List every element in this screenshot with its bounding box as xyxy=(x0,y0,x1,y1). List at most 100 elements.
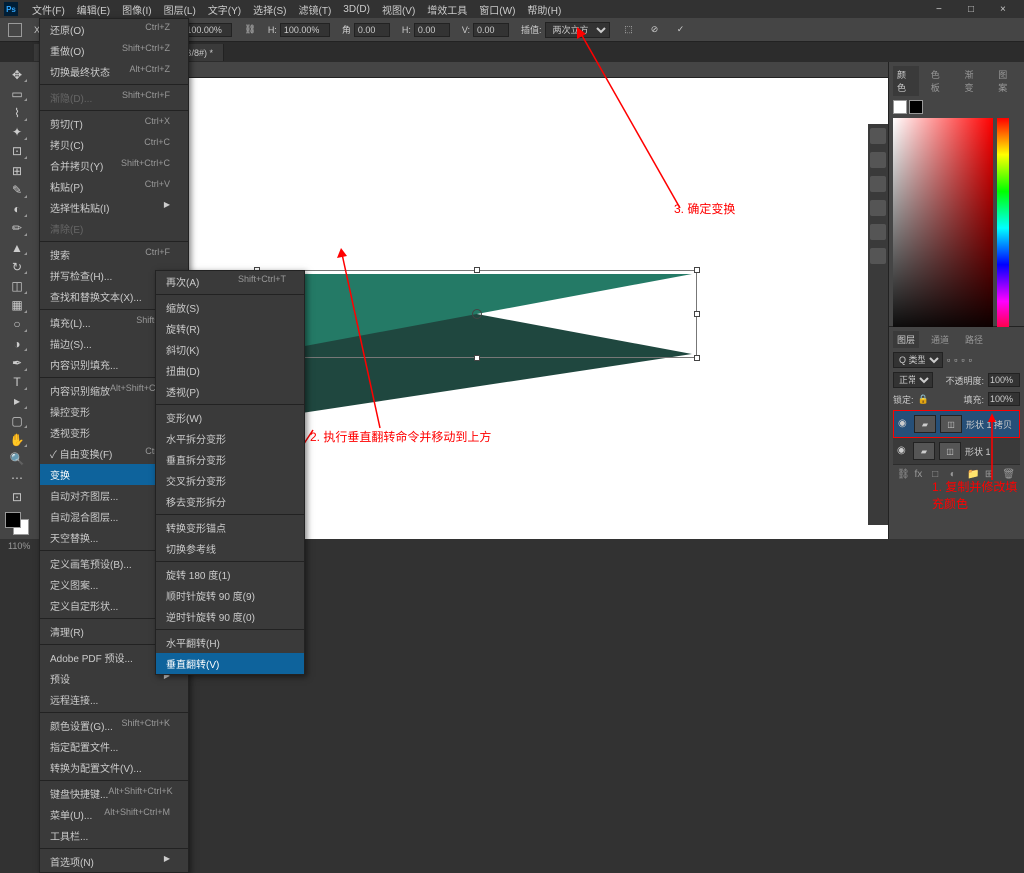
menu-item[interactable]: 合并拷贝(Y)Shift+Ctrl+C xyxy=(40,155,188,176)
tab-channels[interactable]: 通道 xyxy=(927,331,953,348)
handle-bottom-right[interactable] xyxy=(694,355,700,361)
layer-thumb[interactable]: ▰ xyxy=(913,442,935,460)
reference-point-icon[interactable] xyxy=(8,23,22,37)
menu-item[interactable]: 缩放(S) xyxy=(156,297,304,318)
visibility-icon[interactable]: ◉ xyxy=(898,418,910,430)
menu-item[interactable]: 搜索Ctrl+F xyxy=(40,244,188,265)
menu-item[interactable]: 首选项(N)▶ xyxy=(40,851,188,872)
menu-item[interactable]: 还原(O)Ctrl+Z xyxy=(40,19,188,40)
menu-item[interactable]: 菜单(U)...Alt+Shift+Ctrl+M xyxy=(40,804,188,825)
menu-item[interactable]: 移去变形拆分 xyxy=(156,491,304,512)
layer-mask-thumb[interactable]: ◫ xyxy=(939,442,961,460)
handle-top-center[interactable] xyxy=(474,267,480,273)
brush-tool[interactable]: ✏ xyxy=(6,220,28,237)
menu-3d[interactable]: 3D(D) xyxy=(337,2,376,17)
menu-item[interactable]: 渐隐(D)...Shift+Ctrl+F xyxy=(40,87,188,108)
menu-item[interactable]: 颜色设置(G)...Shift+Ctrl+K xyxy=(40,715,188,736)
heal-tool[interactable]: ◐ xyxy=(6,201,28,218)
dodge-tool[interactable]: ◑ xyxy=(6,335,28,352)
link-icon[interactable]: ⛓ xyxy=(244,24,255,35)
h-input[interactable] xyxy=(280,23,330,37)
tab-color[interactable]: 颜色 xyxy=(893,66,919,96)
menu-item[interactable]: 扭曲(D) xyxy=(156,360,304,381)
zoom-tool[interactable]: 🔍 xyxy=(6,450,28,467)
tab-paths[interactable]: 路径 xyxy=(961,331,987,348)
menu-item[interactable]: 指定配置文件... xyxy=(40,736,188,757)
filter-icon-1[interactable]: ▫ xyxy=(947,355,950,365)
menu-item[interactable]: 粘贴(P)Ctrl+V xyxy=(40,176,188,197)
menu-help[interactable]: 帮助(H) xyxy=(521,0,567,19)
link-layers-icon[interactable]: ⛓ xyxy=(897,469,911,483)
hskew-input[interactable] xyxy=(414,23,450,37)
menu-item[interactable]: 透视(P) xyxy=(156,381,304,402)
crop-tool[interactable]: ⊡ xyxy=(6,143,28,160)
handle-top-right[interactable] xyxy=(694,267,700,273)
filter-icon-2[interactable]: ▫ xyxy=(954,355,957,365)
history-brush-tool[interactable]: ↻ xyxy=(6,258,28,275)
menu-select[interactable]: 选择(S) xyxy=(247,0,292,19)
menu-item[interactable]: 斜切(K) xyxy=(156,339,304,360)
menu-item[interactable]: 键盘快捷键...Alt+Shift+Ctrl+K xyxy=(40,783,188,804)
hue-slider[interactable] xyxy=(997,118,1009,338)
tab-gradients[interactable]: 渐变 xyxy=(961,66,987,96)
dock-icon-6[interactable] xyxy=(870,248,886,264)
dock-icon-2[interactable] xyxy=(870,152,886,168)
layer-row[interactable]: ◉ ▰ ◫ 形状 1 xyxy=(893,438,1020,465)
menu-item[interactable]: 选择性粘贴(I)▶ xyxy=(40,197,188,218)
menu-item[interactable]: 再次(A)Shift+Ctrl+T xyxy=(156,271,304,292)
pen-tool[interactable]: ✒ xyxy=(6,354,28,371)
layer-row-selected[interactable]: ◉ ▰ ◫ 形状 1 拷贝 xyxy=(893,410,1020,438)
visibility-icon[interactable]: ◉ xyxy=(897,445,909,457)
menu-item[interactable]: 逆时针旋转 90 度(0) xyxy=(156,606,304,627)
menu-view[interactable]: 视图(V) xyxy=(376,0,421,19)
menu-item[interactable]: 旋转(R) xyxy=(156,318,304,339)
menu-item[interactable]: 转换变形锚点 xyxy=(156,517,304,538)
menu-item[interactable]: 拷贝(C)Ctrl+C xyxy=(40,134,188,155)
menu-item[interactable]: 变形(W) xyxy=(156,407,304,428)
fill-input[interactable] xyxy=(988,392,1020,406)
menu-filter[interactable]: 滤镜(T) xyxy=(293,0,338,19)
minimize-button[interactable]: − xyxy=(936,4,948,15)
fg-color[interactable] xyxy=(5,512,21,528)
menu-item[interactable]: 工具栏... xyxy=(40,825,188,846)
filter-icon-3[interactable]: ▫ xyxy=(961,355,964,365)
menu-edit[interactable]: 编辑(E) xyxy=(71,0,116,19)
menu-item[interactable]: 转换为配置文件(V)... xyxy=(40,757,188,778)
wand-tool[interactable]: ✦ xyxy=(6,124,28,141)
hand-tool[interactable]: ✋ xyxy=(6,431,28,448)
menu-item[interactable]: 垂直翻转(V) xyxy=(156,653,304,674)
fx-icon[interactable]: fx xyxy=(915,469,929,483)
more-tools[interactable]: ⋯ xyxy=(6,470,28,487)
menu-plugins[interactable]: 增效工具 xyxy=(421,0,473,19)
marquee-tool[interactable]: ▭ xyxy=(6,85,28,102)
stamp-tool[interactable]: ▲ xyxy=(6,239,28,256)
menu-text[interactable]: 文字(Y) xyxy=(202,0,247,19)
filter-icon-4[interactable]: ▫ xyxy=(969,355,972,365)
type-tool[interactable]: T xyxy=(6,374,28,391)
tab-layers[interactable]: 图层 xyxy=(893,331,919,348)
menu-layer[interactable]: 图层(L) xyxy=(158,0,202,19)
menu-item[interactable]: 顺时针旋转 90 度(9) xyxy=(156,585,304,606)
dock-icon-4[interactable] xyxy=(870,200,886,216)
zoom-level[interactable]: 110% xyxy=(8,541,30,551)
transform-center[interactable] xyxy=(472,309,482,319)
layer-thumb[interactable]: ▰ xyxy=(914,415,936,433)
menu-item[interactable]: 远程连接... xyxy=(40,689,188,710)
color-fg-swatch[interactable] xyxy=(893,100,907,114)
color-field[interactable] xyxy=(893,118,993,338)
dock-icon-3[interactable] xyxy=(870,176,886,192)
eyedropper-tool[interactable]: ✎ xyxy=(6,181,28,198)
color-bg-swatch[interactable] xyxy=(909,100,923,114)
menu-image[interactable]: 图像(I) xyxy=(116,0,157,19)
handle-mid-right[interactable] xyxy=(694,311,700,317)
shape-tool[interactable]: ▢ xyxy=(6,412,28,429)
layer-mask-thumb[interactable]: ◫ xyxy=(940,415,962,433)
path-select-tool[interactable]: ▸ xyxy=(6,393,28,410)
gradient-tool[interactable]: ▦ xyxy=(6,297,28,314)
menu-item[interactable]: 水平拆分变形 xyxy=(156,428,304,449)
layer-name[interactable]: 形状 1 拷贝 xyxy=(966,418,1012,431)
menu-item[interactable]: 水平翻转(H) xyxy=(156,632,304,653)
tab-swatches[interactable]: 色板 xyxy=(927,66,953,96)
menu-item[interactable]: 清除(E) xyxy=(40,218,188,239)
dock-icon-5[interactable] xyxy=(870,224,886,240)
